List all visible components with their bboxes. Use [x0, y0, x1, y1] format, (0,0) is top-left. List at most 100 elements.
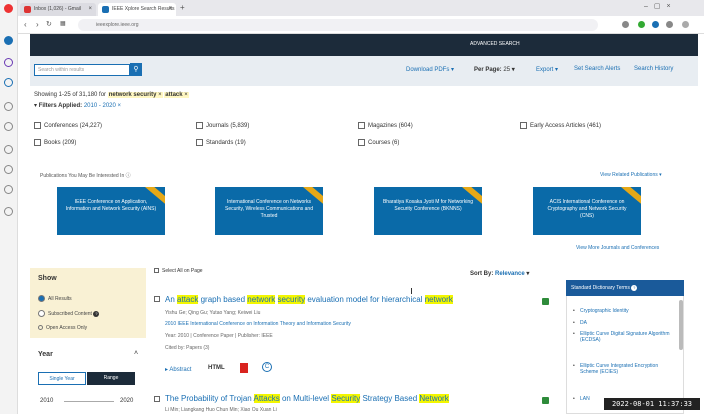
filter-early-access[interactable]: Early Access Articles (461) [520, 122, 601, 129]
reload-icon[interactable]: ↻ [46, 20, 52, 28]
whatsapp-icon[interactable] [4, 58, 13, 67]
help-icon[interactable]: ? [93, 310, 100, 317]
search-bar-dark [30, 34, 698, 56]
close-icon[interactable]: × [88, 3, 92, 16]
year-to: 2020 [120, 398, 134, 404]
promo-label: Publications You May Be Interested In ⓘ [40, 173, 131, 179]
ieee-icon [102, 6, 109, 13]
settings-icon[interactable] [4, 185, 13, 194]
extensions-icon[interactable] [4, 207, 13, 216]
heart-icon[interactable] [4, 165, 13, 174]
search-icon[interactable]: ⚲ [130, 63, 142, 76]
radio-open-access[interactable]: Open Access Only [38, 325, 87, 331]
result-cited[interactable]: Cited by: Papers (3) [165, 345, 209, 351]
camera-icon[interactable] [622, 21, 629, 28]
filter-magazines[interactable]: Magazines (604) [358, 122, 413, 129]
back-icon[interactable]: ‹ [24, 20, 27, 29]
export-button[interactable]: Export ▾ [536, 66, 558, 73]
address-bar: ‹ › ↻ ▦ ieeexplore.ieee.org [18, 16, 704, 34]
grid-icon[interactable]: ▦ [60, 20, 66, 27]
result-venue[interactable]: 2010 IEEE International Conference on In… [165, 321, 351, 327]
filter-journals[interactable]: Journals (5,839) [196, 122, 249, 129]
opera-icon[interactable] [4, 4, 13, 13]
filter-standards[interactable]: Standards (19) [196, 139, 246, 146]
year-filter-title: Year [38, 351, 53, 358]
vk-icon[interactable] [4, 78, 13, 87]
bookmark-icon[interactable] [4, 122, 13, 131]
results-count: Showing 1-25 of 31,180 for network secur… [34, 92, 189, 98]
year-slider-track[interactable] [64, 401, 114, 402]
dictionary-term[interactable]: Elliptic Curve Integrated Encryption Sch… [573, 363, 676, 375]
download-icon[interactable] [666, 21, 673, 28]
dictionary-panel [566, 280, 684, 414]
tab-bar: Inbox (1,026) - Gmail × IEEE Xplore Sear… [18, 0, 704, 16]
panel-scrollbar[interactable] [679, 300, 683, 350]
copyright-icon[interactable]: C [262, 362, 272, 372]
result-authors[interactable]: Yishu Ge; Qing Gu; Yutao Yang; Keiwei Li… [165, 310, 260, 316]
result-title-link[interactable]: The Probability of Trojan Attacks on Mul… [165, 394, 449, 403]
sort-by-select[interactable]: Sort By: Relevance ▾ [470, 270, 529, 277]
single-year-button[interactable]: Single Year [38, 372, 86, 385]
promo-card[interactable]: ACIS International Conference on Cryptog… [533, 187, 641, 235]
clock-icon[interactable] [4, 145, 13, 154]
forward-icon[interactable]: › [36, 20, 39, 29]
result-authors[interactable]: Li Min; Liangkang Huo Chun Min; Xiao Ou … [165, 407, 277, 413]
view-more-link[interactable]: View More Journals and Conferences [576, 245, 659, 251]
radio-all-results[interactable]: All Results [38, 295, 72, 302]
tab-label: IEEE Xplore Search Results [112, 6, 175, 12]
browser-sidebar [0, 0, 18, 414]
show-filter-title: Show [38, 275, 57, 282]
messenger-icon[interactable] [4, 36, 13, 45]
result-checkbox[interactable] [154, 396, 160, 402]
range-button[interactable]: Range [87, 372, 135, 385]
promo-card[interactable]: International Conference on Networks Sec… [215, 187, 323, 235]
dictionary-term[interactable]: Cryptographic Identity [573, 308, 676, 314]
year-from: 2010 [40, 398, 54, 404]
result-meta: Year: 2010 | Conference Paper | Publishe… [165, 333, 273, 339]
pdf-icon[interactable] [240, 363, 248, 373]
filter-courses[interactable]: Courses (6) [358, 139, 399, 146]
filter-books[interactable]: Books (209) [34, 139, 76, 146]
extension-icon[interactable] [652, 21, 659, 28]
tab-ieee[interactable]: IEEE Xplore Search Results × [98, 3, 176, 16]
set-search-alerts-link[interactable]: Set Search Alerts [574, 66, 620, 72]
radio-subscribed[interactable]: Subscribed Content ? [38, 310, 100, 317]
help-icon[interactable]: ? [631, 285, 638, 291]
url-field[interactable]: ieeexplore.ieee.org [78, 19, 598, 31]
history-icon[interactable] [4, 102, 13, 111]
mouse-cursor [411, 288, 414, 294]
timestamp-overlay: 2022-08-01 11:37:33 [604, 398, 700, 410]
profile-icon[interactable] [682, 21, 689, 28]
search-term-tag[interactable]: attack × [164, 92, 189, 98]
search-term-tag[interactable]: network security × [107, 92, 163, 98]
open-access-lock-icon [542, 397, 549, 404]
result-title-link[interactable]: An attack graph based network security e… [165, 295, 453, 304]
html-link[interactable]: HTML [208, 365, 225, 371]
promo-card[interactable]: IEEE Conference on Application, Informat… [57, 187, 165, 235]
filters-applied: ▾ Filters Applied: 2010 - 2020 × [34, 103, 122, 109]
advanced-search-link[interactable]: ADVANCED SEARCH [470, 41, 520, 47]
tab-gmail[interactable]: Inbox (1,026) - Gmail × [20, 3, 96, 16]
open-access-lock-icon [542, 298, 549, 305]
chevron-up-icon[interactable]: ˄ [134, 350, 138, 357]
search-within-input[interactable]: Search within results [34, 64, 130, 76]
promo-card[interactable]: Bharatiya Kosaka Jyoti M for Networking … [374, 187, 482, 235]
per-page-select[interactable]: Per Page: 25 ▾ [474, 66, 515, 73]
dictionary-term[interactable]: DA [573, 320, 676, 326]
gmail-icon [24, 6, 31, 13]
year-filter-tag[interactable]: 2010 - 2020 × [84, 103, 121, 109]
select-all-checkbox[interactable]: Select All on Page [154, 268, 203, 274]
filter-conferences[interactable]: Conferences (24,227) [34, 122, 102, 129]
abstract-toggle[interactable]: ▸ Abstract [165, 366, 191, 373]
result-checkbox[interactable] [154, 296, 160, 302]
tab-label: Inbox (1,026) - Gmail [34, 6, 81, 12]
dictionary-header: Standard Dictionary Terms ? [566, 280, 684, 296]
new-tab-button[interactable]: + [180, 3, 185, 12]
download-pdfs-button[interactable]: Download PDFs ▾ [406, 66, 454, 73]
dictionary-term[interactable]: Elliptic Curve Digital Signature Algorit… [573, 331, 676, 343]
window-controls[interactable]: –▢× [644, 2, 677, 10]
close-icon[interactable]: × [168, 3, 172, 16]
search-history-link[interactable]: Search History [634, 66, 673, 72]
vpn-icon[interactable] [638, 21, 645, 28]
view-related-link[interactable]: View Related Publications ▾ [600, 172, 662, 178]
